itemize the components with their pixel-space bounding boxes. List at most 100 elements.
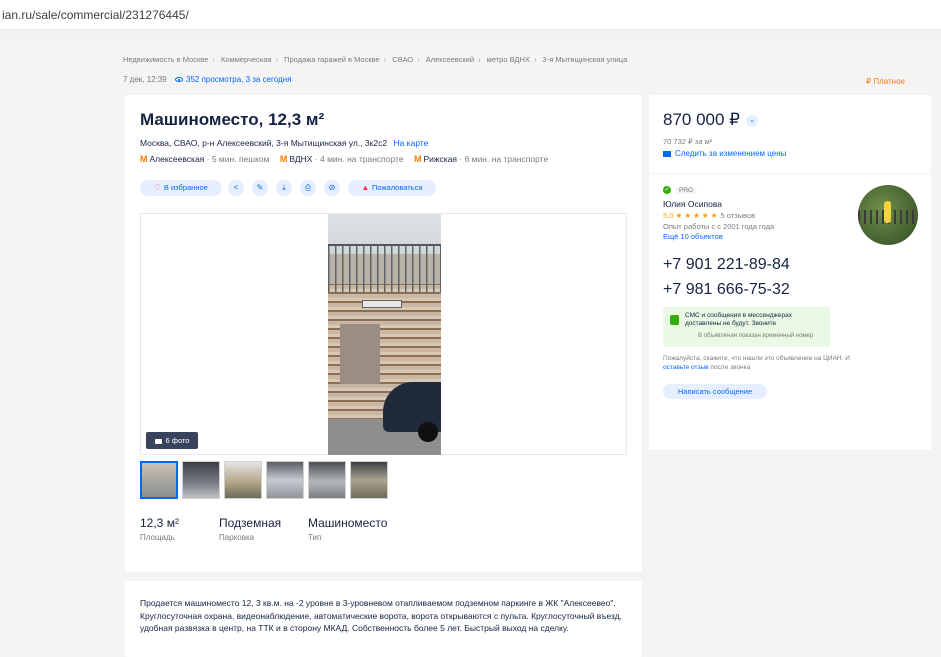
edit-icon: ✎ bbox=[256, 183, 264, 192]
sms-warning: СМС и сообщения в мессенджерах доставлен… bbox=[663, 307, 830, 347]
sms-warning-text: СМС и сообщения в мессенджерах доставлен… bbox=[685, 312, 792, 327]
listing-card: Машиноместо, 12,3 м² Москва, СВАО, р-н А… bbox=[125, 95, 642, 572]
breadcrumb-separator-icon: › bbox=[383, 55, 387, 64]
review-note-text: Пожалуйста, скажите, что нашли это объяв… bbox=[663, 355, 850, 362]
edit-button[interactable]: ✎ bbox=[252, 180, 268, 196]
write-message-button[interactable]: Написать сообщение bbox=[663, 384, 767, 399]
camera-icon bbox=[154, 438, 162, 444]
breadcrumb-item[interactable]: Коммерческая bbox=[221, 55, 272, 64]
breadcrumb-separator-icon: › bbox=[212, 55, 215, 64]
metro-station: Алексеевская bbox=[149, 154, 205, 164]
phone-number[interactable]: +7 901 221-89-84 bbox=[663, 256, 790, 274]
fact-value: Подземная bbox=[219, 516, 282, 530]
rating-stars: 5,0 ★ ★ ★ ★ ★ bbox=[663, 211, 718, 220]
metro-item[interactable]: М Рижская · 6 мин. на транспорте bbox=[414, 154, 548, 164]
share-button[interactable]: < bbox=[228, 180, 244, 196]
main-photo[interactable] bbox=[328, 214, 441, 455]
avatar[interactable] bbox=[858, 185, 918, 245]
views-link[interactable]: 352 просмотра, 3 за сегодня bbox=[175, 75, 291, 84]
more-objects-link[interactable]: Ещё 10 объектов bbox=[663, 232, 723, 241]
phone-number[interactable]: +7 981 666-75-32 bbox=[663, 281, 790, 299]
breadcrumb-separator-icon: › bbox=[417, 55, 420, 64]
fact-value: Машиноместо bbox=[308, 516, 388, 530]
metro-icon: М bbox=[413, 154, 422, 164]
breadcrumb-separator-icon: › bbox=[275, 55, 279, 64]
metro-item[interactable]: М ВДНХ · 4 мин. на транспорте bbox=[280, 154, 404, 164]
hide-icon: ⊘ bbox=[328, 183, 336, 192]
fact-label: Площадь bbox=[140, 533, 175, 542]
agent-rating[interactable]: 5,0 ★ ★ ★ ★ ★ 5 отзывов bbox=[663, 211, 755, 220]
complain-button[interactable]: ▲ Пожаловаться bbox=[348, 180, 436, 196]
views-count: 352 просмотра, 3 за сегодня bbox=[186, 75, 292, 84]
breadcrumb-item[interactable]: Алексеевский bbox=[426, 55, 474, 64]
page-title: Машиноместо, 12,3 м² bbox=[140, 110, 325, 129]
download-button[interactable]: ⤓ bbox=[276, 180, 292, 196]
breadcrumb-item[interactable]: метро ВДНХ bbox=[487, 55, 530, 64]
metro-time: · 4 мин. на транспорте bbox=[314, 154, 404, 164]
eye-icon bbox=[175, 77, 183, 83]
description-card: Продается машиноместо 12, 3 кв.м. на -2 … bbox=[125, 581, 642, 657]
thumbnail[interactable] bbox=[350, 461, 388, 499]
price: 870 000 ₽ ⌄ bbox=[663, 110, 758, 130]
thumbnail[interactable] bbox=[266, 461, 304, 499]
listing-meta: 7 дек, 12:39 352 просмотра, 3 за сегодня bbox=[123, 75, 291, 84]
thumbnail[interactable] bbox=[140, 461, 178, 499]
address: Москва, СВАО, р-н Алексеевский, 3-я Мыти… bbox=[140, 138, 428, 148]
leave-review-link[interactable]: оставьте отзыв bbox=[663, 364, 709, 371]
fact-label: Тип bbox=[308, 533, 322, 542]
warning-icon: ▲ bbox=[361, 183, 370, 192]
fact-area: 12,3 м² Площадь bbox=[140, 516, 179, 542]
paid-label: Платное bbox=[873, 77, 905, 86]
thumbnail[interactable] bbox=[308, 461, 346, 499]
thumbnail[interactable] bbox=[182, 461, 220, 499]
thumbnail[interactable] bbox=[224, 461, 262, 499]
share-icon: < bbox=[233, 183, 239, 192]
review-note: Пожалуйста, скажите, что нашли это объяв… bbox=[663, 354, 863, 372]
metro-icon: М bbox=[140, 154, 148, 164]
breadcrumb-item[interactable]: СВАО bbox=[392, 55, 413, 64]
publish-date: 7 дек, 12:39 bbox=[123, 75, 167, 84]
phone-icon bbox=[670, 315, 679, 325]
pro-badge: ✓ PRO bbox=[663, 186, 698, 194]
download-icon: ⤓ bbox=[282, 183, 286, 192]
hide-button[interactable]: ⊘ bbox=[324, 180, 340, 196]
metro-item[interactable]: М Алексеевская · 5 мин. пешком bbox=[140, 154, 269, 164]
description-text: Продается машиноместо 12, 3 кв.м. на -2 … bbox=[140, 598, 622, 633]
follow-price-label: Следить за изменением цены bbox=[675, 149, 787, 158]
agent-name[interactable]: Юлия Осипова bbox=[663, 199, 722, 209]
url-text[interactable]: ian.ru/sale/commercial/231276445/ bbox=[2, 8, 189, 22]
print-icon: ⎙ bbox=[304, 183, 312, 192]
address-text: Москва, СВАО, р-н Алексеевский, 3-я Мыти… bbox=[140, 138, 388, 148]
complain-label: Пожаловаться bbox=[372, 183, 423, 192]
reviews-count: 5 отзывов bbox=[720, 211, 756, 220]
photo-gallery[interactable]: 6 фото bbox=[140, 213, 627, 455]
chevron-down-icon[interactable]: ⌄ bbox=[746, 114, 758, 127]
breadcrumb-item[interactable]: Продажа гаражей в Москве bbox=[284, 55, 380, 64]
fact-parking: Подземная Парковка bbox=[219, 516, 281, 542]
envelope-icon bbox=[663, 150, 671, 157]
fact-value: 12,3 м² bbox=[140, 516, 179, 530]
metro-station: Рижская bbox=[423, 154, 458, 164]
map-link[interactable]: На карте bbox=[393, 138, 428, 148]
ruble-icon: ₽ bbox=[866, 77, 872, 86]
breadcrumb-item[interactable]: 3-я Мытищинская улица bbox=[543, 55, 628, 64]
photo-count-badge[interactable]: 6 фото bbox=[146, 432, 198, 449]
price-value: 870 000 ₽ bbox=[663, 110, 740, 129]
review-note-text-end: после звонка bbox=[708, 364, 751, 371]
favorite-button[interactable]: ♡ В избранное bbox=[140, 180, 222, 196]
metro-time: · 5 мин. пешком bbox=[206, 154, 270, 164]
pro-label: PRO bbox=[675, 186, 698, 194]
check-icon: ✓ bbox=[663, 186, 671, 194]
breadcrumb-item[interactable]: Недвижимость в Москве bbox=[123, 55, 208, 64]
price-card: 870 000 ₽ ⌄ 70 732 ₽ за м² Следить за изм… bbox=[649, 95, 931, 173]
fact-label: Парковка bbox=[219, 533, 255, 542]
paid-badge: ₽ Платное bbox=[866, 77, 905, 86]
fact-type: Машиноместо Тип bbox=[308, 516, 387, 542]
metro-list: М Алексеевская · 5 мин. пешком М ВДНХ · 4 … bbox=[140, 154, 556, 164]
follow-price-link[interactable]: Следить за изменением цены bbox=[663, 149, 786, 158]
heart-icon: ♡ bbox=[154, 183, 161, 192]
metro-station: ВДНХ bbox=[289, 154, 313, 164]
print-button[interactable]: ⎙ bbox=[300, 180, 316, 196]
metro-time: · 6 мин. на транспорте bbox=[459, 154, 549, 164]
browser-address-bar[interactable]: ian.ru/sale/commercial/231276445/ bbox=[0, 0, 941, 30]
